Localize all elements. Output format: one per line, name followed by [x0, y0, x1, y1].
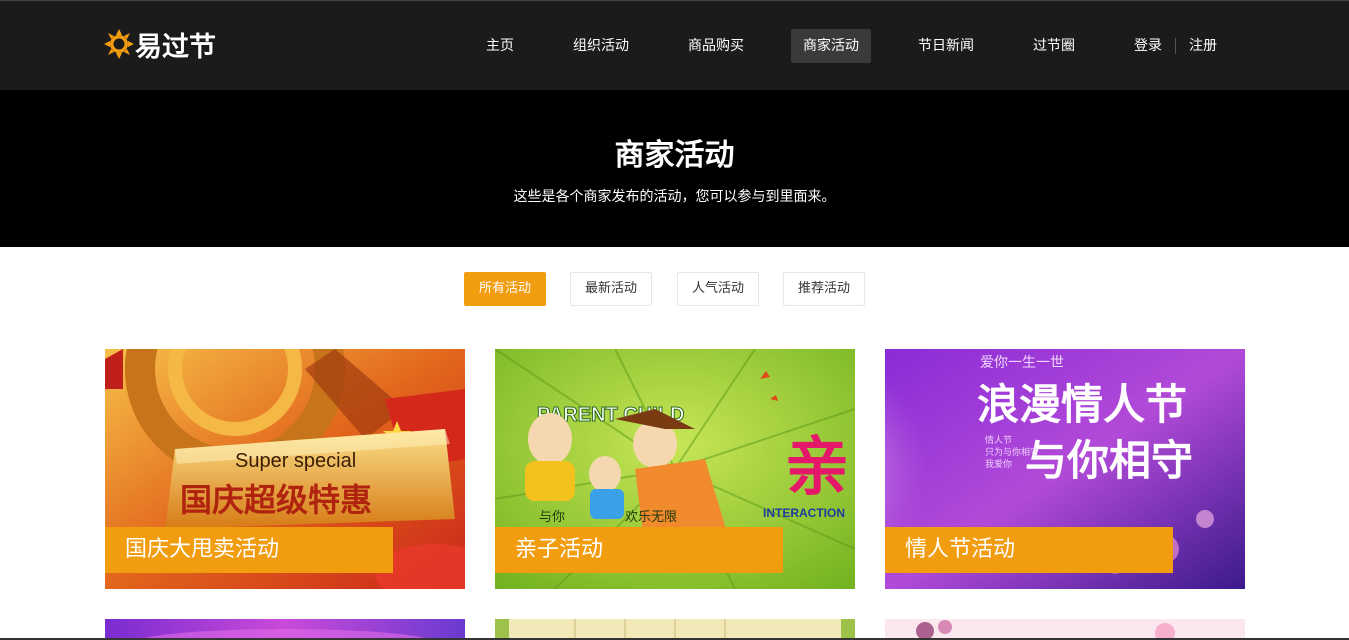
card-art-small-text-2: 只为与你相守 [985, 446, 1039, 458]
card-art-main-text-2: 与你相守 [1025, 436, 1193, 485]
card-art-small-text-3: 我爱你 [985, 458, 1012, 470]
card-art-small-text: 与你 [539, 510, 565, 525]
filter-popular[interactable]: 人气活动 [677, 272, 759, 306]
nav-merchant-activity[interactable]: 商家活动 [791, 29, 871, 63]
activity-card[interactable]: Super special 国庆超级特惠 国庆大甩卖活动 [105, 349, 465, 589]
nav-shop[interactable]: 商品购买 [678, 29, 754, 63]
card-art-text-en: Super special [235, 450, 356, 472]
brand-name: 易过节 [135, 31, 216, 63]
activity-card-title: 情人节活动 [885, 527, 1173, 573]
card-image-partial [495, 619, 855, 640]
card-art-top-text: 爱你一生一世 [980, 355, 1064, 371]
nav-holiday-circle[interactable]: 过节圈 [1022, 29, 1086, 63]
nav-divider [1175, 38, 1176, 54]
activity-card-partial[interactable] [495, 619, 855, 640]
activity-card-partial[interactable] [885, 619, 1245, 640]
activity-card[interactable]: 爱你一生一世 浪漫情人节 与你相守 情人节 只为与你相守 我爱你 情人节活动 [885, 349, 1245, 589]
card-art-side-text: 亲 [785, 431, 849, 505]
site-header: 易过节 主页 组织活动 商品购买 商家活动 节日新闻 过节圈 登录 注册 [0, 0, 1349, 90]
activity-card-partial[interactable] [105, 619, 465, 640]
page-banner: 商家活动 这些是各个商家发布的活动，您可以参与到里面来。 [0, 90, 1349, 247]
filter-latest[interactable]: 最新活动 [570, 272, 652, 306]
card-image-partial [138, 629, 432, 640]
site-logo[interactable]: 易过节 [104, 27, 216, 63]
activity-card-title: 国庆大甩卖活动 [105, 527, 393, 573]
card-art-main-text-1: 浪漫情人节 [977, 380, 1187, 429]
card-art-tagline: 欢乐无限 [625, 510, 677, 525]
nav-holiday-news[interactable]: 节日新闻 [908, 29, 984, 63]
nav-home[interactable]: 主页 [478, 29, 522, 63]
activity-card-title: 亲子活动 [495, 527, 783, 573]
nav-organize-activity[interactable]: 组织活动 [563, 29, 639, 63]
card-art-small-text-1: 情人节 [985, 434, 1012, 446]
filter-all[interactable]: 所有活动 [464, 272, 546, 306]
page-subtitle: 这些是各个商家发布的活动，您可以参与到里面来。 [513, 189, 836, 205]
filter-recommended[interactable]: 推荐活动 [783, 272, 865, 306]
card-art-text-cn: 国庆超级特惠 [180, 481, 372, 519]
activity-card[interactable]: PARENT CHILD 亲 INTERACTION 欢乐无限 与你 亲子活动 [495, 349, 855, 589]
sun-icon [104, 29, 134, 59]
register-link[interactable]: 注册 [1185, 29, 1221, 63]
card-image-partial [916, 620, 1175, 640]
card-art-sub-text: INTERACTION [763, 506, 845, 520]
page-title: 商家活动 [614, 138, 735, 173]
login-link[interactable]: 登录 [1130, 29, 1166, 63]
